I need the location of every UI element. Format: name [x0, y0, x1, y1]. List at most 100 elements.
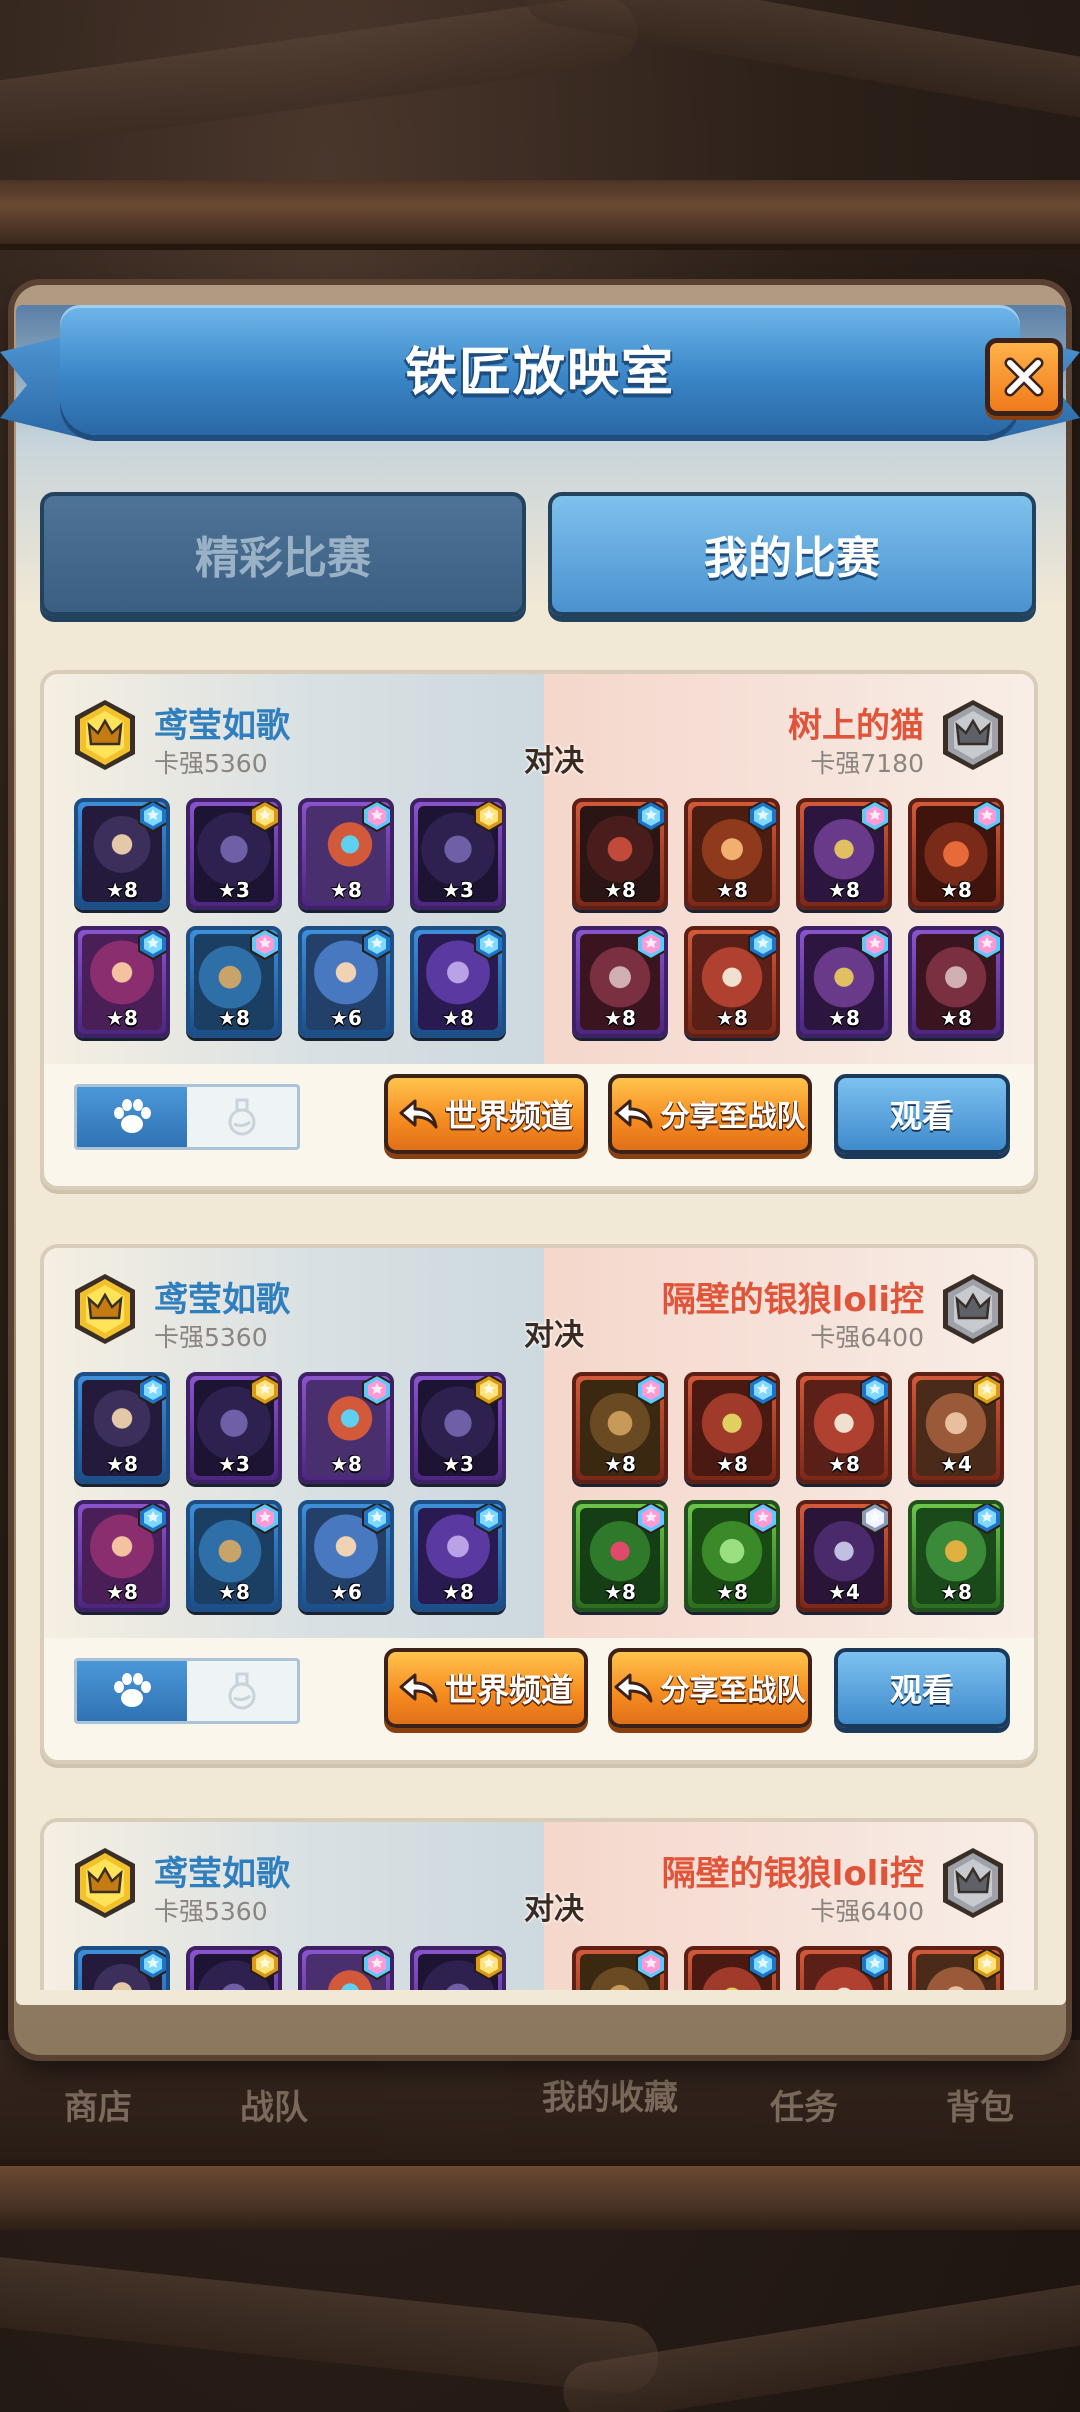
hero-card[interactable]: ★8 [684, 1500, 780, 1612]
tab-highlight-matches[interactable]: 精彩比赛 [40, 492, 526, 616]
gem-badge [636, 1504, 664, 1535]
share-to-team-label: 分享至战队 [660, 1673, 806, 1707]
hero-star-level: ★8 [716, 878, 748, 902]
hero-card[interactable]: ★8 [796, 1372, 892, 1484]
hero-card[interactable] [796, 1946, 892, 1990]
rank-gem-icon [250, 930, 278, 961]
hero-card[interactable]: ★8 [298, 798, 394, 910]
left-player-name[interactable]: 鸢莹如歌 [154, 1846, 290, 1895]
hero-card[interactable] [684, 1946, 780, 1990]
hero-card[interactable]: ★8 [684, 798, 780, 910]
hero-card[interactable]: ★8 [796, 926, 892, 1038]
hero-card[interactable] [572, 1946, 668, 1990]
rank-gem-icon [474, 1376, 502, 1407]
left-player-name[interactable]: 鸢莹如歌 [154, 1272, 290, 1321]
hero-card[interactable]: ★3 [186, 798, 282, 910]
tab-my-matches[interactable]: 我的比赛 [548, 492, 1036, 616]
hero-star-level: ★8 [604, 1006, 636, 1030]
hero-card[interactable] [298, 1946, 394, 1990]
toggle-potion-option[interactable] [187, 1087, 297, 1147]
toggle-paw-option[interactable] [77, 1661, 187, 1721]
hero-card[interactable]: ★8 [298, 1372, 394, 1484]
gem-badge [748, 1376, 776, 1407]
rank-gem-icon [636, 1504, 664, 1535]
rank-gem-icon [138, 1504, 166, 1535]
left-player-name[interactable]: 鸢莹如歌 [154, 698, 290, 747]
hero-card[interactable] [908, 1946, 1004, 1990]
hero-card[interactable] [186, 1946, 282, 1990]
gem-badge [748, 802, 776, 833]
game-screen: 商店 战队 我的收藏 任务 背包 铁匠放映室 精彩比赛 我的比赛 鸢莹如歌 卡强… [0, 0, 1080, 2412]
hero-card[interactable]: ★8 [684, 926, 780, 1038]
share-to-team-button[interactable]: 分享至战队 [608, 1074, 812, 1154]
match-list[interactable]: 鸢莹如歌 卡强5360 ★8 ★3 ★8 ★3 ★8 ★8 ★6 ★8 树上的猫… [40, 670, 1040, 1990]
hero-card[interactable] [74, 1946, 170, 1990]
watch-label: 观看 [889, 1671, 954, 1709]
right-player-name[interactable]: 隔壁的银狼loli控 [662, 1272, 924, 1321]
right-player-deck: ★8 ★8 ★8 ★4 ★8 ★8 ★4 ★8 [572, 1372, 1012, 1612]
view-mode-toggle[interactable] [74, 1658, 300, 1724]
hero-card[interactable]: ★8 [908, 1500, 1004, 1612]
world-channel-label: 世界频道 [444, 1097, 573, 1135]
rank-gem-icon [748, 930, 776, 961]
rank-gem-icon [362, 930, 390, 961]
hero-card[interactable]: ★8 [410, 1500, 506, 1612]
rank-gem-icon [474, 930, 502, 961]
versus-label: 对决 [524, 1318, 584, 1353]
view-mode-toggle[interactable] [74, 1084, 300, 1150]
hero-star-level: ★4 [828, 1580, 860, 1604]
right-player-name[interactable]: 隔壁的银狼loli控 [662, 1846, 924, 1895]
hero-card[interactable]: ★8 [572, 1372, 668, 1484]
hero-card[interactable]: ★8 [796, 798, 892, 910]
share-arrow-icon [614, 1673, 653, 1703]
gem-badge [362, 930, 390, 961]
hero-card[interactable]: ★8 [186, 1500, 282, 1612]
toggle-paw-option[interactable] [77, 1087, 187, 1147]
underlying-bottom-nav: 商店 战队 我的收藏 任务 背包 [0, 2040, 1080, 2160]
hero-star-level: ★8 [716, 1452, 748, 1476]
hero-card[interactable]: ★6 [298, 1500, 394, 1612]
gem-badge [748, 930, 776, 961]
hero-star-level: ★8 [604, 1452, 636, 1476]
watch-button[interactable]: 观看 [834, 1648, 1010, 1728]
hero-card[interactable]: ★3 [410, 798, 506, 910]
gem-badge [250, 1504, 278, 1535]
close-button[interactable] [985, 338, 1063, 416]
background-branch [0, 0, 642, 159]
world-channel-button[interactable]: 世界频道 [384, 1648, 588, 1728]
hero-card[interactable]: ★8 [684, 1372, 780, 1484]
hero-card[interactable]: ★8 [572, 1500, 668, 1612]
gem-badge [250, 802, 278, 833]
hero-card[interactable]: ★4 [796, 1500, 892, 1612]
hero-card[interactable]: ★3 [186, 1372, 282, 1484]
hero-card[interactable]: ★8 [908, 926, 1004, 1038]
dialog-title: 铁匠放映室 [404, 343, 675, 403]
hero-star-level: ★3 [218, 1452, 250, 1476]
hero-card[interactable]: ★8 [186, 926, 282, 1038]
hero-card[interactable]: ★8 [74, 798, 170, 910]
hero-card[interactable]: ★8 [908, 798, 1004, 910]
nav-tasks: 任务 [770, 2088, 838, 2128]
hero-card[interactable]: ★6 [298, 926, 394, 1038]
hero-card[interactable] [410, 1946, 506, 1990]
close-icon [1004, 357, 1044, 397]
gem-badge [636, 802, 664, 833]
share-to-team-button[interactable]: 分享至战队 [608, 1648, 812, 1728]
hero-card[interactable]: ★4 [908, 1372, 1004, 1484]
gem-badge [138, 1376, 166, 1407]
toggle-potion-option[interactable] [187, 1661, 297, 1721]
hero-card[interactable]: ★8 [572, 798, 668, 910]
gem-badge [250, 1376, 278, 1407]
hero-card[interactable]: ★8 [572, 926, 668, 1038]
hero-card[interactable]: ★8 [410, 926, 506, 1038]
watch-button[interactable]: 观看 [834, 1074, 1010, 1154]
share-arrow-icon [399, 1673, 438, 1703]
hero-card[interactable]: ★8 [74, 1500, 170, 1612]
gem-badge [138, 930, 166, 961]
hero-card[interactable]: ★8 [74, 926, 170, 1038]
world-channel-button[interactable]: 世界频道 [384, 1074, 588, 1154]
right-player-card-power: 卡强7180 [810, 749, 924, 778]
hero-card[interactable]: ★8 [74, 1372, 170, 1484]
right-player-name[interactable]: 树上的猫 [788, 698, 924, 747]
hero-card[interactable]: ★3 [410, 1372, 506, 1484]
